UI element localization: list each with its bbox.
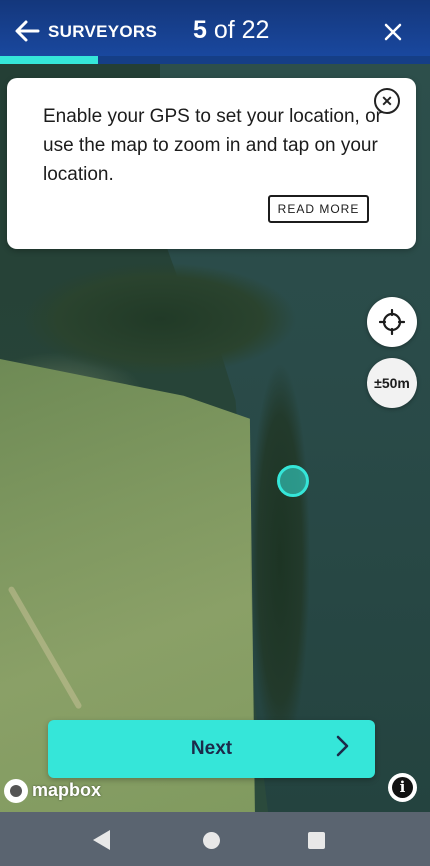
info-icon[interactable]: i: [388, 773, 417, 802]
close-circle-icon[interactable]: ✕: [374, 88, 400, 114]
mapbox-logo-icon: [4, 779, 28, 803]
info-message: Enable your GPS to set your location, or…: [43, 106, 383, 185]
info-card: Enable your GPS to set your location, or…: [7, 78, 416, 249]
back-arrow-icon[interactable]: [14, 18, 42, 46]
locate-me-button[interactable]: [367, 297, 417, 347]
step-counter: 5 of 22: [193, 16, 269, 45]
step-total: 22: [241, 16, 270, 44]
progress-bar: [0, 56, 430, 64]
location-marker[interactable]: [277, 465, 309, 497]
close-icon[interactable]: [380, 18, 406, 46]
next-label: Next: [190, 738, 233, 759]
read-more-button[interactable]: READ MORE: [268, 195, 369, 223]
progress-fill: [0, 56, 98, 64]
nav-home-icon[interactable]: [203, 832, 220, 849]
nav-recents-icon[interactable]: [308, 832, 325, 849]
next-button[interactable]: Next: [48, 720, 375, 778]
chevron-right-icon: [335, 734, 351, 764]
android-nav-bar: [0, 812, 430, 866]
crosshair-icon: [379, 309, 405, 335]
accuracy-button[interactable]: ±50m: [367, 358, 417, 408]
step-separator: of: [206, 16, 242, 44]
mapbox-attribution: mapbox: [32, 780, 102, 800]
step-current: 5: [193, 16, 207, 44]
header-title[interactable]: SURVEYORS: [48, 22, 157, 42]
nav-back-icon[interactable]: [93, 830, 110, 850]
header-bar: SURVEYORS 5 of 22: [0, 0, 430, 64]
